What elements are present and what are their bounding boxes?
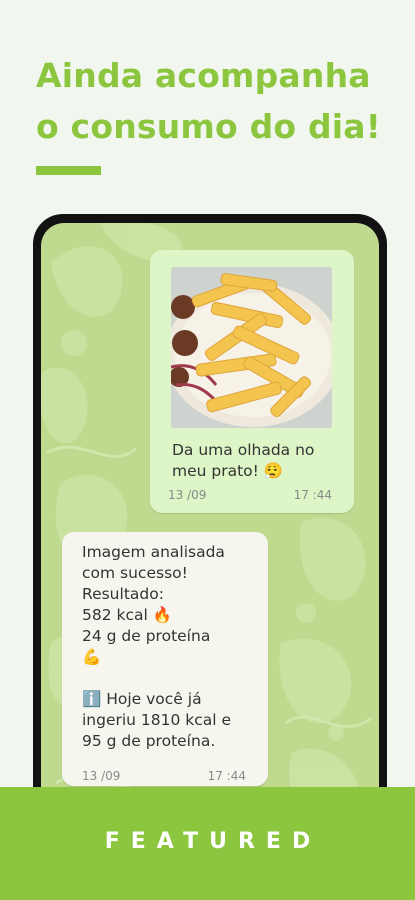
incoming-message-text: Imagem analisada com sucesso! Resultado:… bbox=[82, 543, 232, 750]
featured-label: FEATURED bbox=[104, 829, 322, 854]
outgoing-message-text: Da uma olhada no meu prato! 😮‍💨 bbox=[172, 441, 315, 480]
featured-banner: FEATURED bbox=[0, 787, 415, 900]
outgoing-message-date: 13 /09 bbox=[168, 488, 207, 502]
incoming-message-time: 17 :44 bbox=[207, 769, 246, 783]
fries-plate-image bbox=[171, 267, 332, 428]
food-photo[interactable] bbox=[171, 267, 332, 428]
headline-line-1: Ainda acompanha bbox=[36, 56, 371, 95]
chat-screen: Da uma olhada no meu prato! 😮‍💨 13 /09 1… bbox=[41, 223, 379, 863]
headline-line-2: o consumo do dia! bbox=[36, 107, 382, 146]
outgoing-message[interactable]: Da uma olhada no meu prato! 😮‍💨 13 /09 1… bbox=[150, 250, 354, 513]
headline: Ainda acompanha o consumo do dia! bbox=[36, 50, 381, 152]
phone-mockup: Da uma olhada no meu prato! 😮‍💨 13 /09 1… bbox=[33, 214, 387, 863]
incoming-message[interactable]: Imagem analisada com sucesso! Resultado:… bbox=[62, 532, 268, 786]
incoming-message-date: 13 /09 bbox=[82, 769, 121, 783]
outgoing-message-time: 17 :44 bbox=[293, 488, 332, 502]
headline-accent-bar bbox=[36, 166, 101, 175]
